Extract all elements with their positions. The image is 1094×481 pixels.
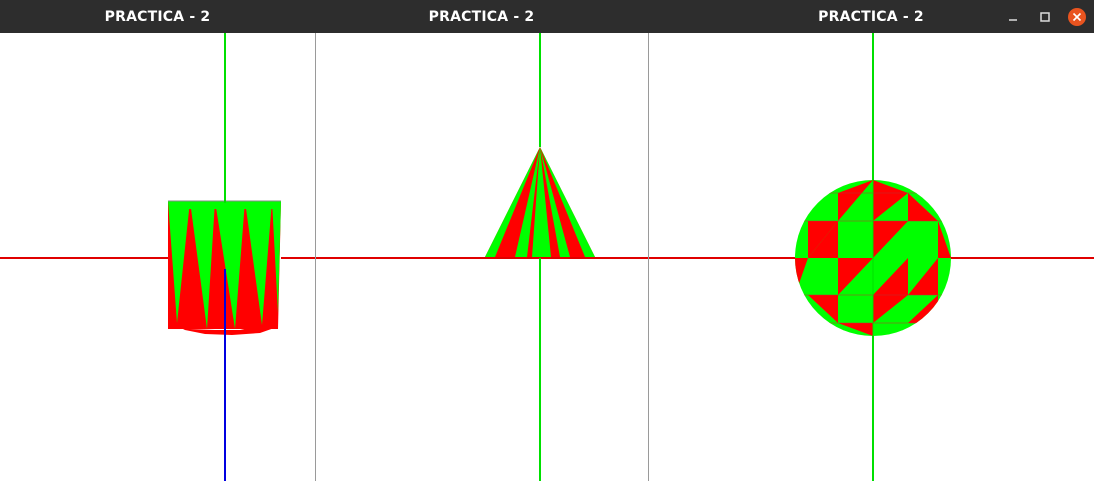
- window-cone[interactable]: PRACTICA - 2: [315, 0, 648, 481]
- window-title: PRACTICA - 2: [818, 8, 924, 25]
- cone-scene: [315, 33, 648, 481]
- maximize-icon[interactable]: [1034, 6, 1056, 28]
- title-bar[interactable]: PRACTICA - 2: [648, 0, 1094, 33]
- gl-viewport[interactable]: [0, 33, 315, 481]
- title-bar[interactable]: PRACTICA - 2: [0, 0, 315, 33]
- title-bar[interactable]: PRACTICA - 2: [315, 0, 648, 33]
- minimize-icon[interactable]: [1002, 6, 1024, 28]
- cylinder-scene: [0, 33, 315, 481]
- sphere-scene: [648, 33, 1094, 481]
- gl-viewport[interactable]: [648, 33, 1094, 481]
- window-cylinder[interactable]: PRACTICA - 2: [0, 0, 315, 481]
- window-title: PRACTICA - 2: [104, 8, 211, 25]
- window-sphere[interactable]: PRACTICA - 2: [648, 0, 1094, 481]
- gl-viewport[interactable]: [315, 33, 648, 481]
- window-controls: [1002, 0, 1088, 33]
- close-icon[interactable]: [1066, 6, 1088, 28]
- window-title: PRACTICA - 2: [428, 8, 535, 25]
- desktop: PRACTICA - 2 PRACTICA - 2 PRACTICA - 2: [0, 0, 1094, 481]
- cone-model: [485, 147, 595, 257]
